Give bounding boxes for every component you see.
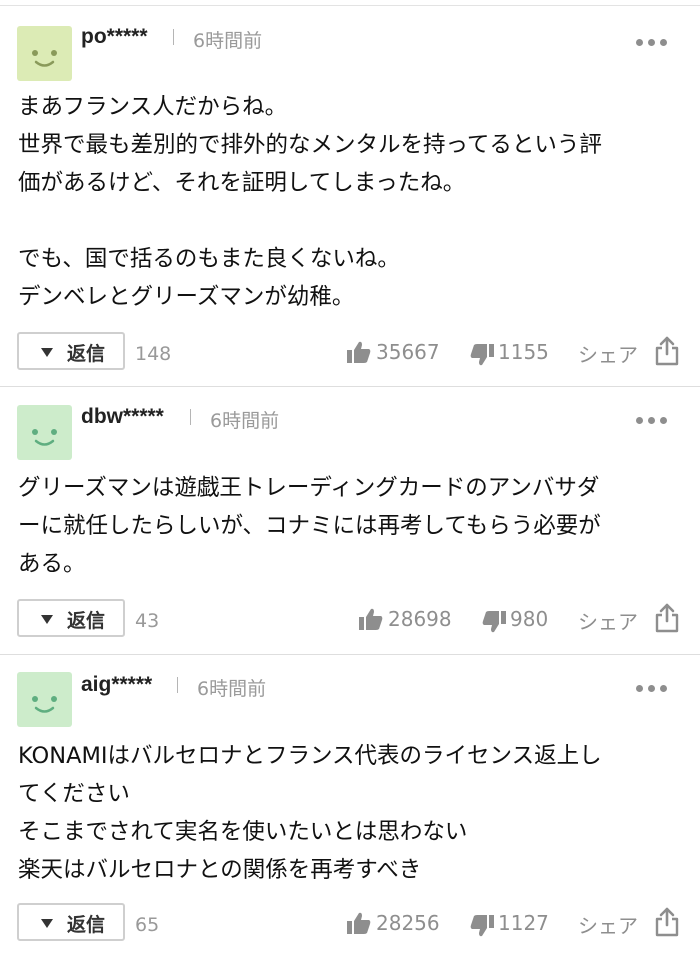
dislike-count: 1155 [498, 340, 549, 364]
avatar[interactable] [17, 26, 72, 81]
like-count: 28698 [388, 607, 452, 631]
thumbs-up-icon[interactable] [359, 608, 383, 630]
reply-label: 返信 [67, 610, 106, 632]
thumbs-up-icon[interactable] [347, 341, 371, 363]
thumbs-down-icon[interactable] [470, 344, 494, 366]
comment-text: グリーズマンは遊戯王トレーディングカードのアンバサダ ーに就任したらしいが、コナ… [18, 469, 688, 583]
username[interactable]: dbw***** [81, 405, 164, 429]
comment-line: 楽天はバルセロナとの関係を再考すべき [18, 857, 422, 883]
username[interactable]: po***** [81, 25, 148, 49]
chevron-down-icon [41, 919, 53, 928]
like-count: 35667 [376, 340, 440, 364]
comment-item: dbw***** 6時間前 グリーズマンは遊戯王トレーディングカードのアンバサダ… [0, 387, 700, 654]
comment-text: まあフランス人だからね。 世界で最も差別的で排外的なメンタルを持ってるという評 … [18, 88, 688, 316]
like-count: 28256 [376, 911, 440, 935]
thumbs-down-icon[interactable] [482, 611, 506, 633]
dislike-count: 980 [510, 607, 549, 631]
share-icon[interactable] [654, 603, 680, 633]
share-label[interactable]: シェア [578, 910, 638, 939]
comment-line: 世界で最も差別的で排外的なメンタルを持ってるという評 [18, 132, 602, 158]
comment-line: KONAMIはバルセロナとフランス代表のライセンス返上し [18, 743, 602, 769]
comment-line: ある。 [18, 551, 86, 577]
reply-count: 148 [135, 343, 172, 365]
separator [173, 29, 174, 45]
thumbs-down-icon[interactable] [470, 915, 494, 937]
comment-line: でも、国で括るのもまた良くないね。 [18, 246, 400, 272]
reply-label: 返信 [67, 343, 106, 365]
more-options-icon[interactable] [636, 39, 670, 47]
share-label[interactable]: シェア [578, 606, 638, 635]
comment-line: まあフランス人だからね。 [18, 94, 288, 120]
username[interactable]: aig***** [81, 673, 152, 697]
smiley-avatar-icon [32, 429, 57, 446]
dislike-count: 1127 [498, 911, 549, 935]
reply-count: 43 [135, 610, 160, 632]
separator [177, 677, 178, 693]
share-icon[interactable] [654, 907, 680, 937]
avatar[interactable] [17, 405, 72, 460]
comment-line: グリーズマンは遊戯王トレーディングカードのアンバサダ [18, 475, 600, 501]
reply-button[interactable]: 返信 [17, 903, 125, 941]
avatar[interactable] [17, 672, 72, 727]
comment-line [18, 202, 688, 240]
comment-item: aig***** 6時間前 KONAMIはバルセロナとフランス代表のライセンス返… [0, 655, 700, 953]
reply-count: 65 [135, 914, 160, 936]
share-label[interactable]: シェア [578, 339, 638, 368]
reply-button[interactable]: 返信 [17, 332, 125, 370]
comment-line: デンベレとグリーズマンが幼稚。 [18, 284, 355, 310]
reply-label: 返信 [67, 914, 106, 936]
comment-line: てください [18, 781, 130, 807]
smiley-avatar-icon [32, 50, 57, 67]
chevron-down-icon [41, 615, 53, 624]
smiley-avatar-icon [32, 696, 57, 713]
more-options-icon[interactable] [636, 685, 670, 693]
thumbs-up-icon[interactable] [347, 912, 371, 934]
comment-text: KONAMIはバルセロナとフランス代表のライセンス返上し てください そこまでさ… [18, 737, 688, 889]
separator [190, 409, 191, 425]
reply-button[interactable]: 返信 [17, 599, 125, 637]
comment-line: 価があるけど、それを証明してしまったね。 [18, 170, 466, 196]
comment-item: po***** 6時間前 まあフランス人だからね。 世界で最も差別的で排外的なメ… [0, 6, 700, 386]
timestamp: 6時間前 [197, 678, 267, 700]
timestamp: 6時間前 [210, 410, 280, 432]
more-options-icon[interactable] [636, 417, 670, 425]
comment-line: ーに就任したらしいが、コナミには再考してもらう必要が [18, 513, 601, 539]
timestamp: 6時間前 [193, 30, 263, 52]
chevron-down-icon [41, 348, 53, 357]
comment-line: そこまでされて実名を使いたいとは思わない [18, 819, 468, 845]
share-icon[interactable] [654, 336, 680, 366]
